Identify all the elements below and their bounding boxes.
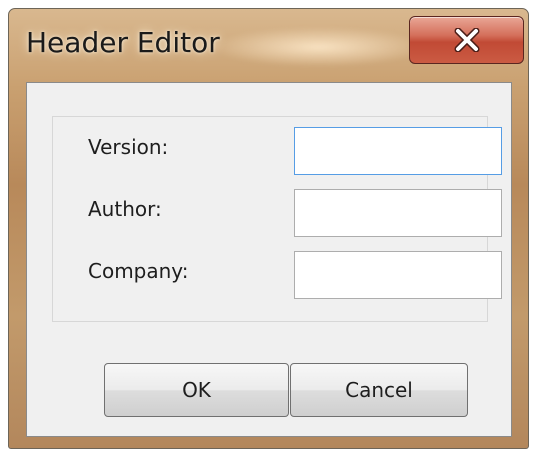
version-input[interactable] (294, 127, 502, 175)
author-label: Author: (88, 197, 162, 221)
company-input[interactable] (294, 251, 502, 299)
author-input[interactable] (294, 189, 502, 237)
close-x-icon (454, 28, 480, 52)
cancel-button[interactable]: Cancel (290, 363, 468, 417)
close-button[interactable] (409, 16, 524, 64)
version-label: Version: (88, 135, 169, 159)
ok-button[interactable]: OK (104, 363, 289, 417)
fields-group: Version: Author: Company: (52, 116, 502, 322)
dialog-client-area: Version: Author: Company: OK Cancel (26, 82, 512, 437)
header-editor-window: Header Editor Version: Author: Company: … (8, 8, 529, 449)
title-bar[interactable]: Header Editor (9, 9, 528, 81)
window-title: Header Editor (26, 26, 220, 59)
company-label: Company: (88, 259, 189, 283)
